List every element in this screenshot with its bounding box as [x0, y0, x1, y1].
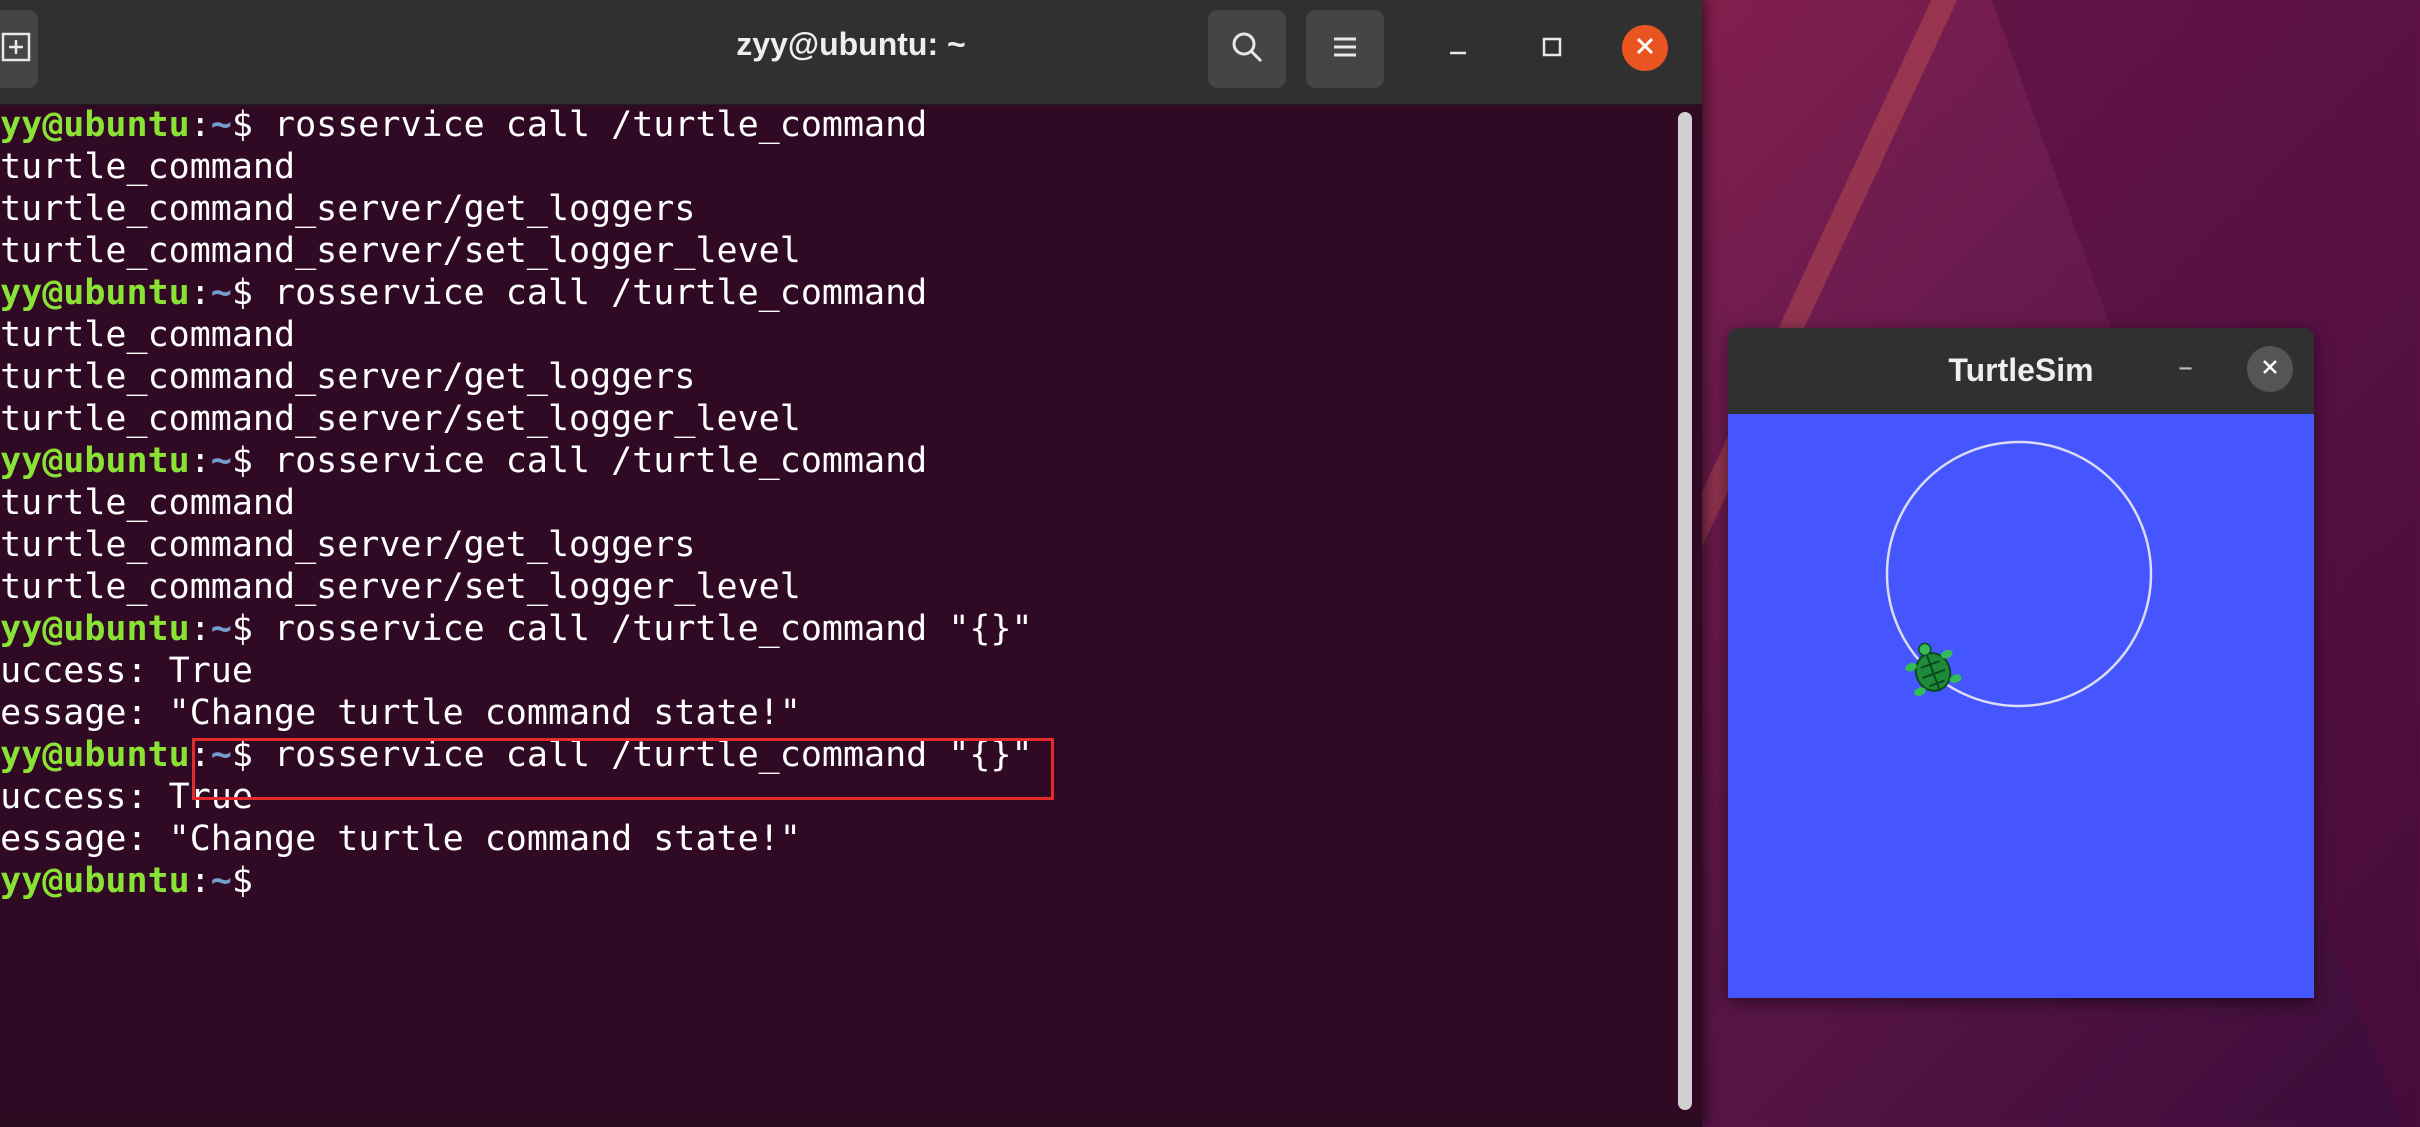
terminal-output-line: /turtle_command	[0, 314, 1672, 356]
terminal-output-line: /turtle_command	[0, 482, 1672, 524]
prompt-colon: :	[189, 441, 211, 481]
prompt-user: zyy@ubuntu	[0, 105, 190, 145]
output-text: /turtle_command	[0, 147, 296, 187]
prompt-path: ~	[210, 441, 232, 481]
turtlesim-minimize-button[interactable]: –	[2178, 350, 2193, 385]
terminal-output-line: message: "Change turtle command state!"	[0, 818, 1672, 860]
terminal-output-line: /turtle_command_server/get_loggers	[0, 188, 1672, 230]
terminal-output-line: /turtle_command_server/get_loggers	[0, 524, 1672, 566]
prompt-user: zyy@ubuntu	[0, 735, 190, 775]
terminal-output[interactable]: zyy@ubuntu:~$ rosservice call /turtle_co…	[0, 104, 1672, 1114]
output-text: /turtle_command_server/set_logger_level	[0, 567, 801, 607]
command-text: $ rosservice call /turtle_command	[231, 273, 928, 313]
output-text: /turtle_command_server/get_loggers	[0, 357, 696, 397]
prompt-user: zyy@ubuntu	[0, 273, 190, 313]
terminal-prompt-line: zyy@ubuntu:~$	[0, 860, 1672, 902]
terminal-header-bar: zyy@ubuntu: ~	[0, 0, 1702, 105]
command-text: $ rosservice call /turtle_command	[231, 105, 928, 145]
terminal-prompt-line: zyy@ubuntu:~$ rosservice call /turtle_co…	[0, 608, 1672, 650]
turtlesim-close-button[interactable]	[2247, 346, 2293, 392]
turtle-path-drawing	[1885, 440, 2153, 708]
scrollbar[interactable]	[1678, 112, 1692, 1110]
output-text: /turtle_command_server/get_loggers	[0, 525, 696, 565]
terminal-output-line: /turtle_command_server/set_logger_level	[0, 230, 1672, 272]
close-icon	[2260, 357, 2280, 381]
menu-button[interactable]	[1306, 10, 1384, 88]
terminal-prompt-line: zyy@ubuntu:~$ rosservice call /turtle_co…	[0, 272, 1672, 314]
search-icon	[1229, 29, 1265, 69]
prompt-path: ~	[210, 273, 232, 313]
terminal-window: zyy@ubuntu: ~ zyy@ubuntu:~$ rosservice c…	[0, 0, 1702, 1127]
command-text: $	[231, 861, 275, 901]
output-text: /turtle_command_server/get_loggers	[0, 189, 696, 229]
output-text: /turtle_command	[0, 483, 296, 523]
terminal-output-line: /turtle_command_server/set_logger_level	[0, 566, 1672, 608]
output-text: success: True	[0, 651, 253, 691]
turtlesim-window: TurtleSim –	[1728, 328, 2314, 998]
prompt-path: ~	[210, 861, 232, 901]
output-text: /turtle_command_server/set_logger_level	[0, 399, 801, 439]
turtlesim-canvas	[1728, 414, 2314, 998]
maximize-icon	[1540, 32, 1564, 67]
terminal-output-line: message: "Change turtle command state!"	[0, 692, 1672, 734]
terminal-output-line: /turtle_command_server/set_logger_level	[0, 398, 1672, 440]
minimize-icon	[1446, 32, 1470, 67]
close-icon	[1634, 35, 1656, 61]
terminal-bottom-edge	[0, 1114, 1702, 1127]
prompt-colon: :	[189, 273, 211, 313]
terminal-output-line: /turtle_command_server/get_loggers	[0, 356, 1672, 398]
output-text: /turtle_command_server/set_logger_level	[0, 231, 801, 271]
prompt-colon: :	[189, 609, 211, 649]
close-button[interactable]	[1622, 25, 1668, 71]
prompt-user: zyy@ubuntu	[0, 609, 190, 649]
prompt-colon: :	[189, 861, 211, 901]
search-button[interactable]	[1208, 10, 1286, 88]
command-text: $ rosservice call /turtle_command	[231, 441, 928, 481]
output-text: message: "Change turtle command state!"	[0, 819, 801, 859]
terminal-prompt-line: zyy@ubuntu:~$ rosservice call /turtle_co…	[0, 440, 1672, 482]
highlight-annotation-box	[192, 738, 1054, 800]
prompt-path: ~	[210, 609, 232, 649]
minimize-button[interactable]	[1434, 25, 1482, 73]
terminal-prompt-line: zyy@ubuntu:~$ rosservice call /turtle_co…	[0, 104, 1672, 146]
output-text: message: "Change turtle command state!"	[0, 693, 801, 733]
prompt-user: zyy@ubuntu	[0, 441, 190, 481]
prompt-colon: :	[189, 105, 211, 145]
prompt-path: ~	[210, 105, 232, 145]
terminal-output-line: /turtle_command	[0, 146, 1672, 188]
turtlesim-title: TurtleSim	[1948, 352, 2094, 388]
output-text: /turtle_command	[0, 315, 296, 355]
hamburger-menu-icon	[1330, 32, 1360, 66]
prompt-user: zyy@ubuntu	[0, 861, 190, 901]
command-text: $ rosservice call /turtle_command "{}"	[231, 609, 1033, 649]
maximize-button[interactable]	[1528, 25, 1576, 73]
turtlesim-header-bar: TurtleSim –	[1728, 328, 2314, 414]
terminal-output-line: success: True	[0, 650, 1672, 692]
